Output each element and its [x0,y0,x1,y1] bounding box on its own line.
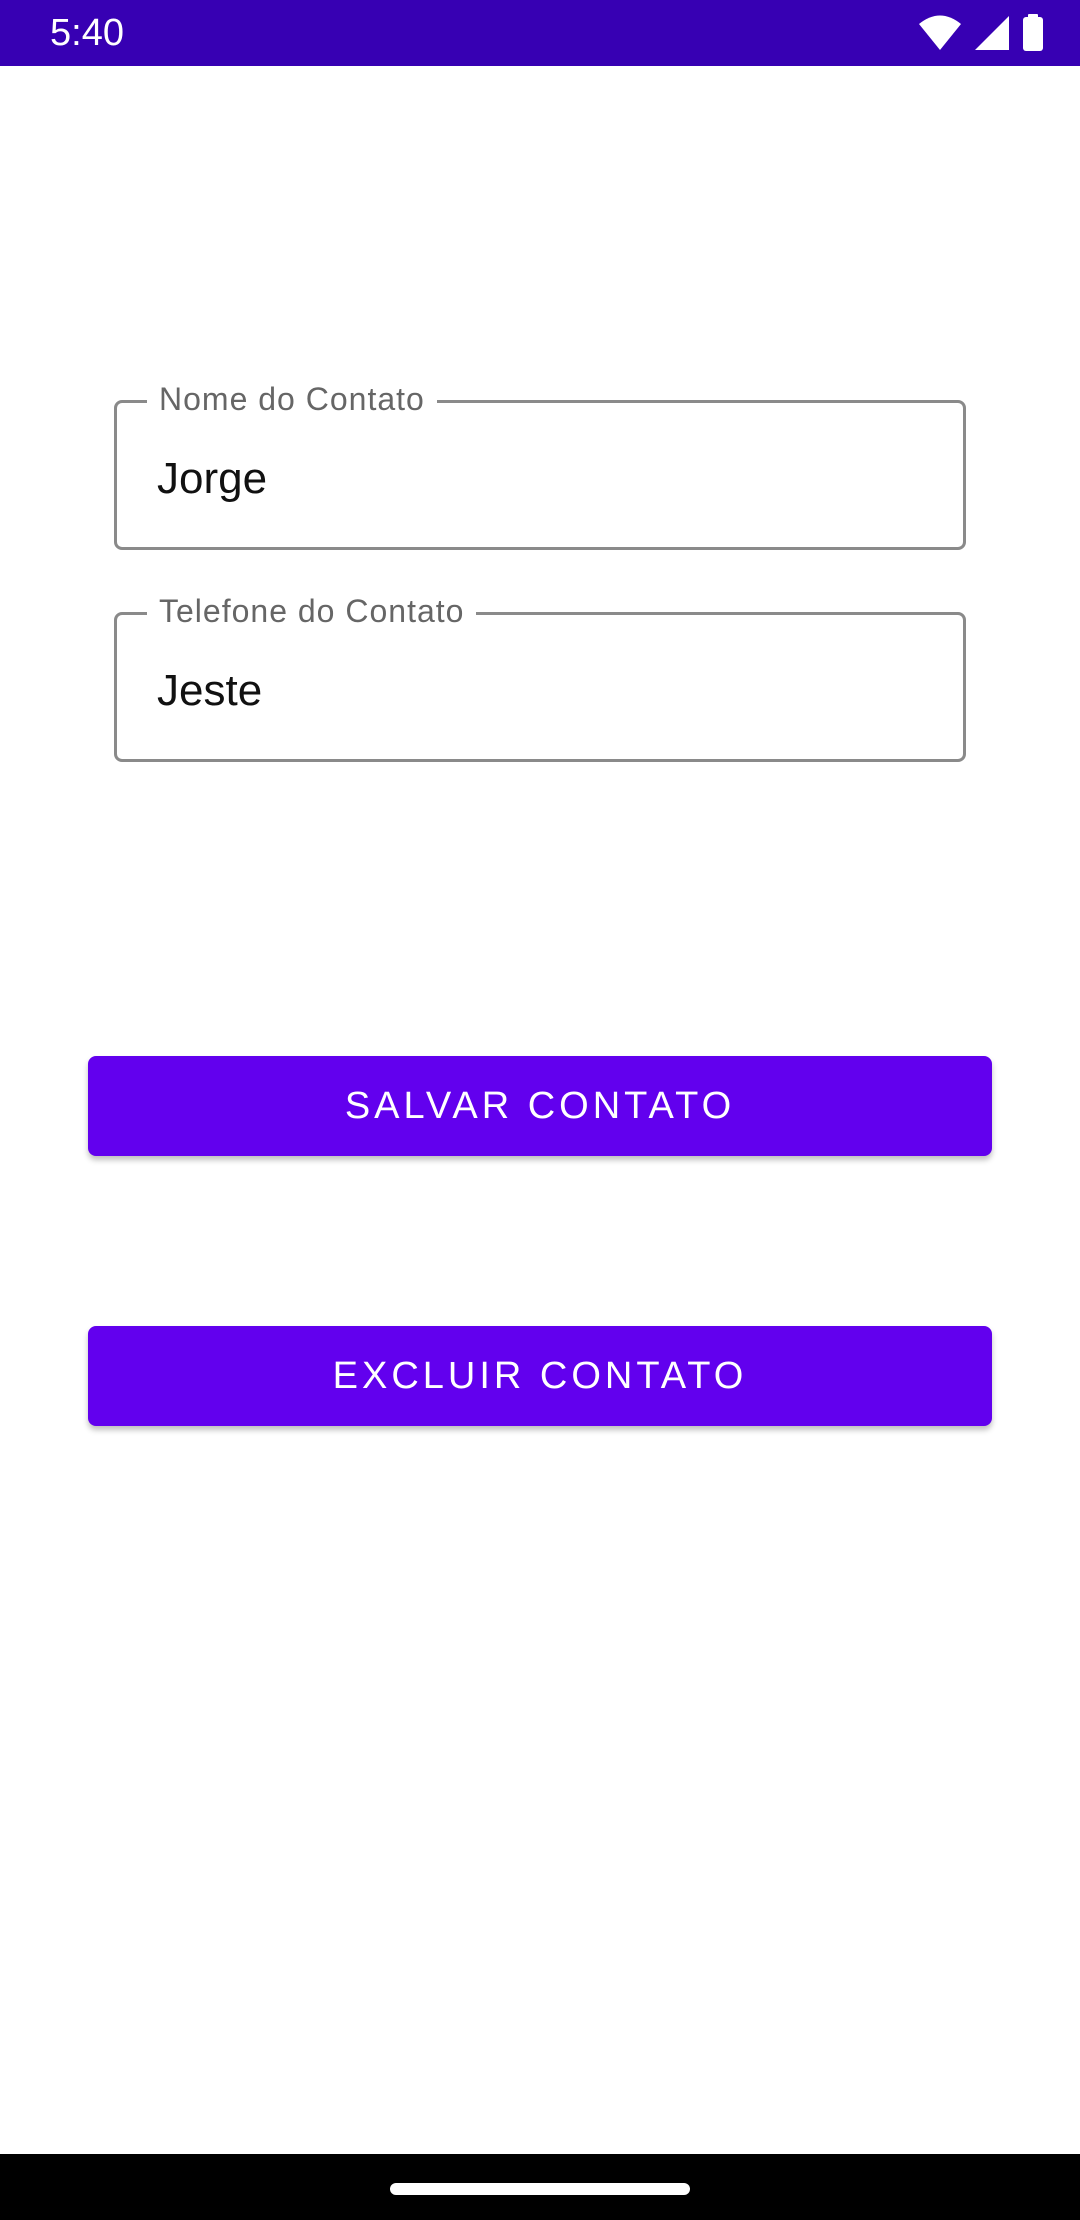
contact-name-value[interactable]: Jorge [157,453,267,505]
navigation-bar [0,2154,1080,2220]
contact-edit-screen: 5:40 Nome do Contato Jorge Telefone do C… [0,0,1080,2220]
contact-phone-label: Telefone do Contato [147,591,477,631]
contact-name-field[interactable]: Nome do Contato Jorge [114,379,966,550]
home-indicator[interactable] [390,2183,690,2195]
contact-phone-field[interactable]: Telefone do Contato Jeste [114,591,966,762]
status-time: 5:40 [50,12,124,54]
contact-phone-value[interactable]: Jeste [157,665,262,717]
delete-contact-button[interactable]: EXCLUIR CONTATO [88,1326,992,1426]
save-contact-button[interactable]: SALVAR CONTATO [88,1056,992,1156]
cell-signal-icon [974,15,1010,51]
contact-name-label: Nome do Contato [147,379,437,419]
wifi-icon [918,15,962,51]
status-icons [918,14,1044,52]
battery-icon [1022,14,1044,52]
status-bar: 5:40 [0,0,1080,66]
